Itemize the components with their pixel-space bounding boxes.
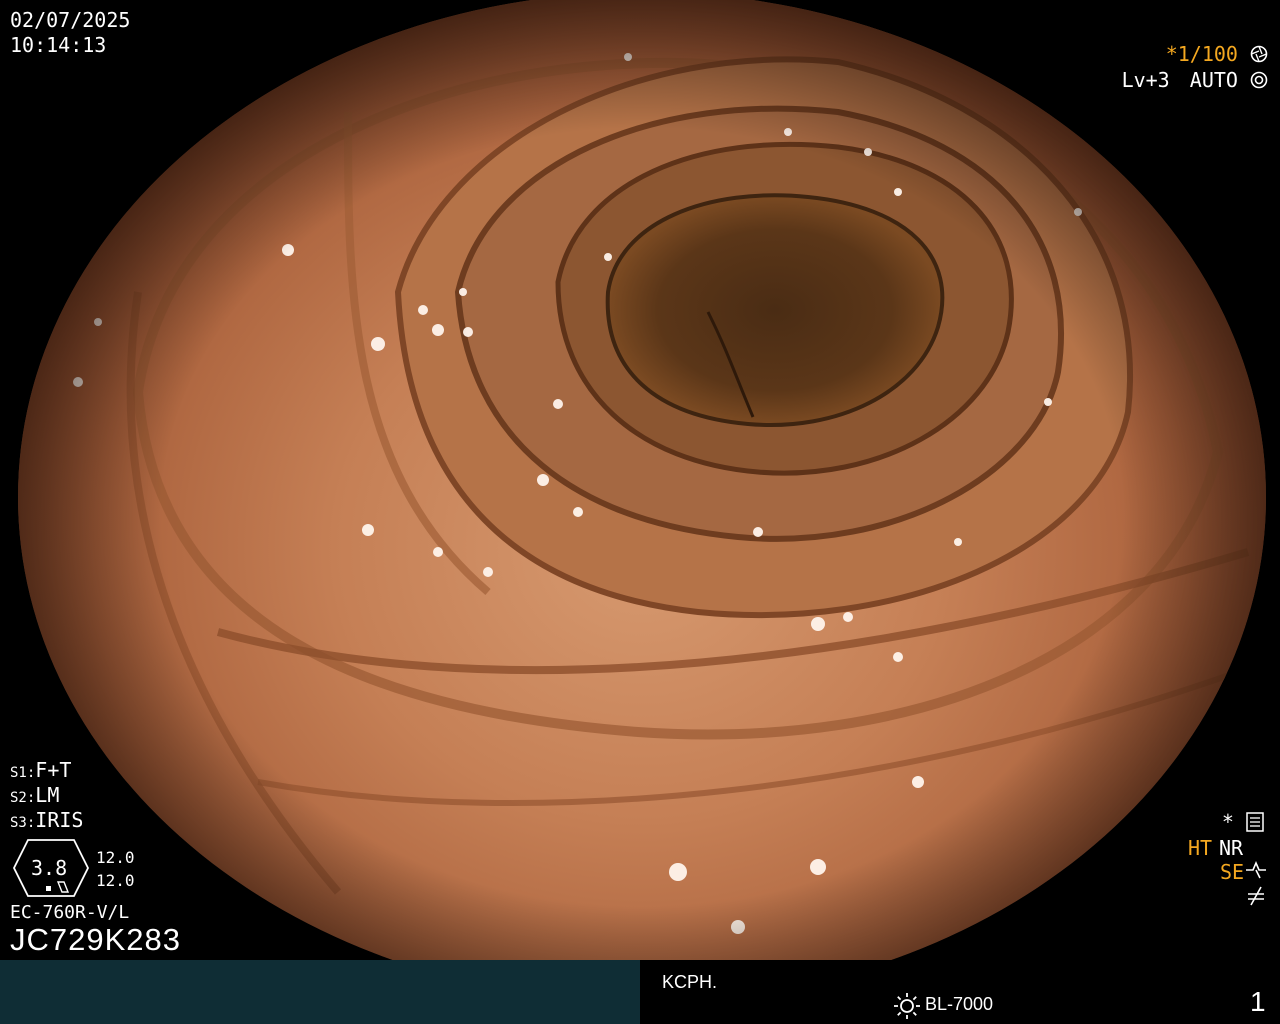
setting-s1-value: F+T: [35, 758, 72, 782]
shutter-speed-value: *1/100: [1165, 42, 1238, 66]
scope-serial: JC729K283: [10, 922, 182, 957]
nr-label: NR: [1219, 836, 1244, 860]
settings-icon: [1246, 812, 1264, 832]
exam-time: 10:14:13: [10, 33, 107, 57]
zoom-bottom-value: 12.0: [96, 871, 135, 890]
setting-s2-value: LM: [35, 783, 60, 807]
setting-s1: S1:F+T: [10, 758, 71, 785]
star-mark: *: [1221, 810, 1234, 834]
setting-s1-key: S1:: [10, 765, 36, 781]
colon-lumen-drawing: [18, 0, 1266, 1002]
light-source-icon: [894, 993, 920, 1019]
institution-name: KCPH.: [662, 972, 718, 992]
iris-mode: AUTO: [1189, 68, 1238, 92]
footer-left-panel: [0, 960, 640, 1024]
se-label: SE: [1220, 860, 1245, 884]
zoom-value: 3.8: [31, 856, 68, 880]
setting-s3-value: IRIS: [35, 808, 84, 832]
exam-date: 02/07/2025: [10, 8, 131, 32]
settings-indicator: *: [1222, 810, 1264, 834]
level-value: Lv+3: [1121, 68, 1170, 92]
shutter-icon: [1250, 45, 1268, 63]
zoom-top-value: 12.0: [96, 848, 135, 867]
brightness-level: Lv+3 AUTO: [1122, 68, 1268, 92]
freeze-icon: [1248, 886, 1264, 906]
endoscopic-image: [18, 0, 1266, 1002]
page-number: 1: [1250, 986, 1266, 1017]
ht-label: HT: [1188, 836, 1213, 860]
setting-s2-key: S2:: [10, 790, 36, 806]
setting-s2: S2:LM: [10, 783, 59, 810]
se-icon: [1246, 860, 1266, 879]
setting-s3-key: S3:: [10, 815, 36, 831]
light-source-model: BL-7000: [925, 994, 994, 1014]
setting-s3: S3:IRIS: [10, 808, 83, 835]
endoscopy-screen: 02/07/2025 10:14:13 *1/100 Lv+3 AUTO S1:…: [0, 0, 1280, 1024]
auto-iris-icon: [1250, 71, 1268, 89]
shutter-speed: *1/100: [1166, 42, 1268, 66]
